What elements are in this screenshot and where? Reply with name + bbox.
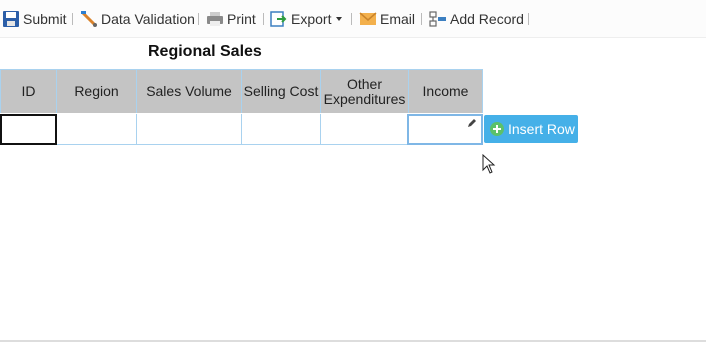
pencil-icon xyxy=(468,119,476,127)
cell-region[interactable] xyxy=(57,114,137,145)
column-header-other-expenditures[interactable]: Other Expenditures xyxy=(321,69,409,113)
toolbar-divider xyxy=(198,13,199,25)
cell-other-expenditures[interactable] xyxy=(321,114,409,145)
email-label: Email xyxy=(380,11,416,27)
add-record-label: Add Record xyxy=(450,11,524,27)
validation-wand-icon xyxy=(81,11,97,27)
toolbar-divider xyxy=(72,13,73,25)
cell-income[interactable] xyxy=(407,114,483,145)
column-header-region[interactable]: Region xyxy=(57,69,137,113)
toolbar-divider xyxy=(528,13,529,25)
envelope-icon xyxy=(359,12,377,25)
cell-selling-cost[interactable] xyxy=(242,114,321,145)
cell-id[interactable] xyxy=(0,114,57,145)
print-button[interactable]: Print xyxy=(206,8,256,30)
mouse-cursor-icon xyxy=(482,154,496,174)
printer-icon xyxy=(207,12,223,26)
insert-row-button[interactable]: Insert Row xyxy=(484,115,578,143)
insert-row-label: Insert Row xyxy=(508,121,575,137)
export-label: Export xyxy=(291,11,332,27)
save-icon xyxy=(3,11,19,27)
submit-label: Submit xyxy=(23,11,67,27)
toolbar: Submit Data Validation Print Export Emai… xyxy=(0,0,706,38)
cell-sales-volume[interactable] xyxy=(137,114,242,145)
sheet-title: Regional Sales xyxy=(148,43,262,60)
email-button[interactable]: Email xyxy=(359,8,415,30)
column-header-selling-cost[interactable]: Selling Cost xyxy=(242,69,321,113)
column-header-income[interactable]: Income xyxy=(409,69,483,113)
add-record-button[interactable]: Add Record xyxy=(429,8,524,30)
submit-button[interactable]: Submit xyxy=(2,8,67,30)
chevron-down-icon xyxy=(336,17,343,21)
toolbar-divider xyxy=(263,13,264,25)
data-validation-button[interactable]: Data Validation xyxy=(80,8,195,30)
plus-icon xyxy=(490,122,504,136)
print-label: Print xyxy=(227,11,256,27)
add-record-icon xyxy=(429,11,446,27)
toolbar-divider xyxy=(421,13,422,25)
export-dropdown[interactable]: Export xyxy=(270,8,343,30)
column-header-sales-volume[interactable]: Sales Volume xyxy=(137,69,242,113)
column-header-id[interactable]: ID xyxy=(0,69,57,113)
data-validation-label: Data Validation xyxy=(101,11,195,27)
toolbar-divider xyxy=(351,13,352,25)
export-icon xyxy=(270,11,287,27)
